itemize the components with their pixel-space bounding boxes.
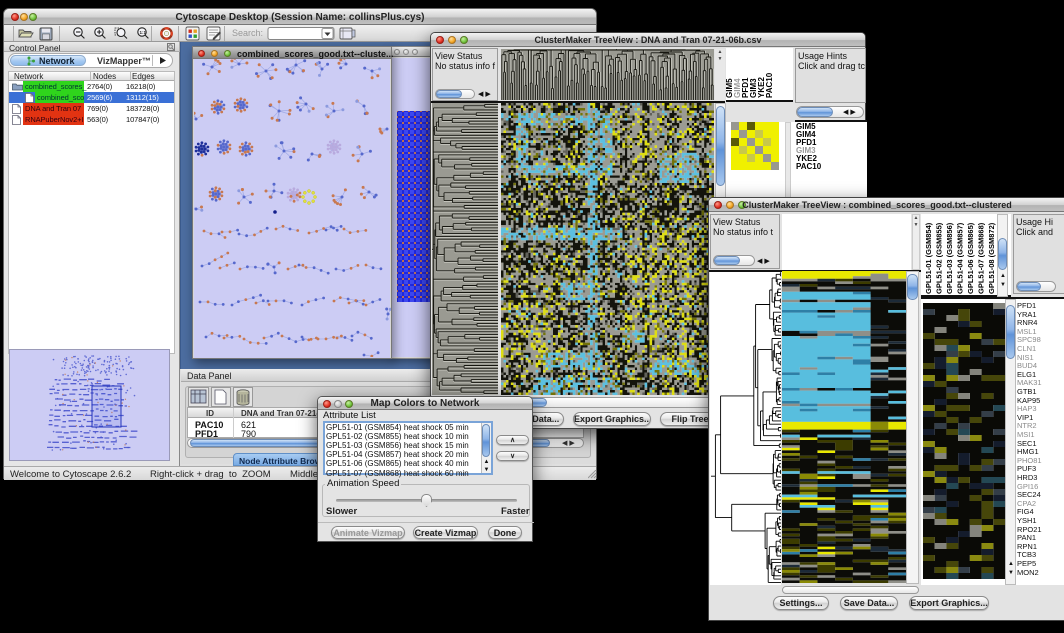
- svg-text:GPL51-01 (GSM854): GPL51-01 (GSM854): [924, 222, 933, 294]
- svg-text:GPL51-02 (GSM855): GPL51-02 (GSM855): [935, 222, 944, 294]
- svg-text:1:1: 1:1: [140, 30, 147, 35]
- svg-text:GPL51-08 (GSM872): GPL51-08 (GSM872): [987, 222, 996, 294]
- svg-text:PAC10: PAC10: [765, 72, 774, 98]
- svg-text:GPL51-07 (GSM868): GPL51-07 (GSM868): [977, 222, 986, 294]
- svg-text:GPL51-04 (GSM857): GPL51-04 (GSM857): [956, 222, 965, 294]
- svg-text:GPL51-06 (GSM865): GPL51-06 (GSM865): [966, 222, 975, 294]
- svg-text:GPL51-03 (GSM856): GPL51-03 (GSM856): [945, 222, 954, 294]
- svg-text:Search:: Search:: [232, 28, 263, 38]
